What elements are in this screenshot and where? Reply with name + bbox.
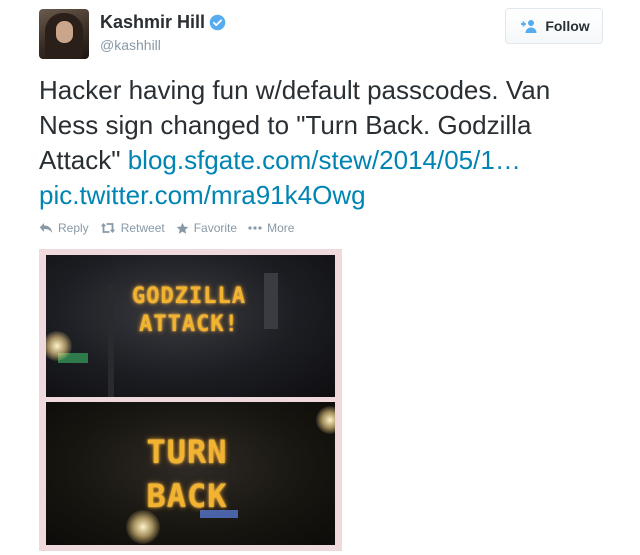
sign-text-turn-back: TURN BACK — [132, 430, 242, 518]
sign-line-1: GODZILLA — [132, 284, 246, 309]
tweet-actions: Reply Retweet Favorite More — [39, 221, 305, 235]
photo-bottom-panel: TURN BACK — [46, 402, 335, 545]
tweet-text: Hacker having fun w/default passcodes. V… — [39, 73, 609, 213]
tweet-photo[interactable]: GODZILLA ATTACK! TURN BACK — [39, 249, 342, 551]
more-dots-icon — [248, 226, 262, 230]
pic-link[interactable]: pic.twitter.com/mra91k4Owg — [39, 180, 366, 210]
reply-label: Reply — [58, 221, 89, 235]
sign-line-2: ATTACK! — [139, 312, 239, 337]
retweet-icon — [100, 223, 115, 233]
star-icon — [176, 222, 189, 234]
display-name[interactable]: Kashmir Hill — [100, 12, 205, 33]
avatar[interactable] — [39, 9, 89, 59]
window-glow — [316, 406, 335, 434]
sign-line-3: TURN — [146, 433, 228, 471]
more-label: More — [267, 221, 295, 235]
retweet-label: Retweet — [120, 221, 165, 235]
avatar-face — [56, 21, 73, 43]
tweet-link[interactable]: blog.sfgate.com/stew/2014/05/1… — [128, 145, 521, 175]
building-edge — [264, 273, 278, 329]
retweet-action[interactable]: Retweet — [100, 221, 165, 235]
follow-button[interactable]: Follow — [505, 8, 603, 44]
follow-label: Follow — [545, 18, 590, 34]
user-handle[interactable]: @kashhill — [100, 37, 161, 53]
reply-action[interactable]: Reply — [39, 221, 89, 235]
reply-icon — [39, 223, 53, 233]
add-person-icon — [521, 20, 537, 33]
photo-top-panel: GODZILLA ATTACK! — [46, 255, 335, 397]
favorite-action[interactable]: Favorite — [176, 221, 237, 235]
user-name-row: Kashmir Hill — [100, 12, 226, 33]
favorite-label: Favorite — [193, 221, 238, 235]
more-action[interactable]: More — [248, 221, 294, 235]
sign-line-4: BACK — [146, 477, 228, 515]
sign-text-godzilla: GODZILLA ATTACK! — [114, 283, 264, 339]
verified-badge-icon — [209, 14, 226, 31]
